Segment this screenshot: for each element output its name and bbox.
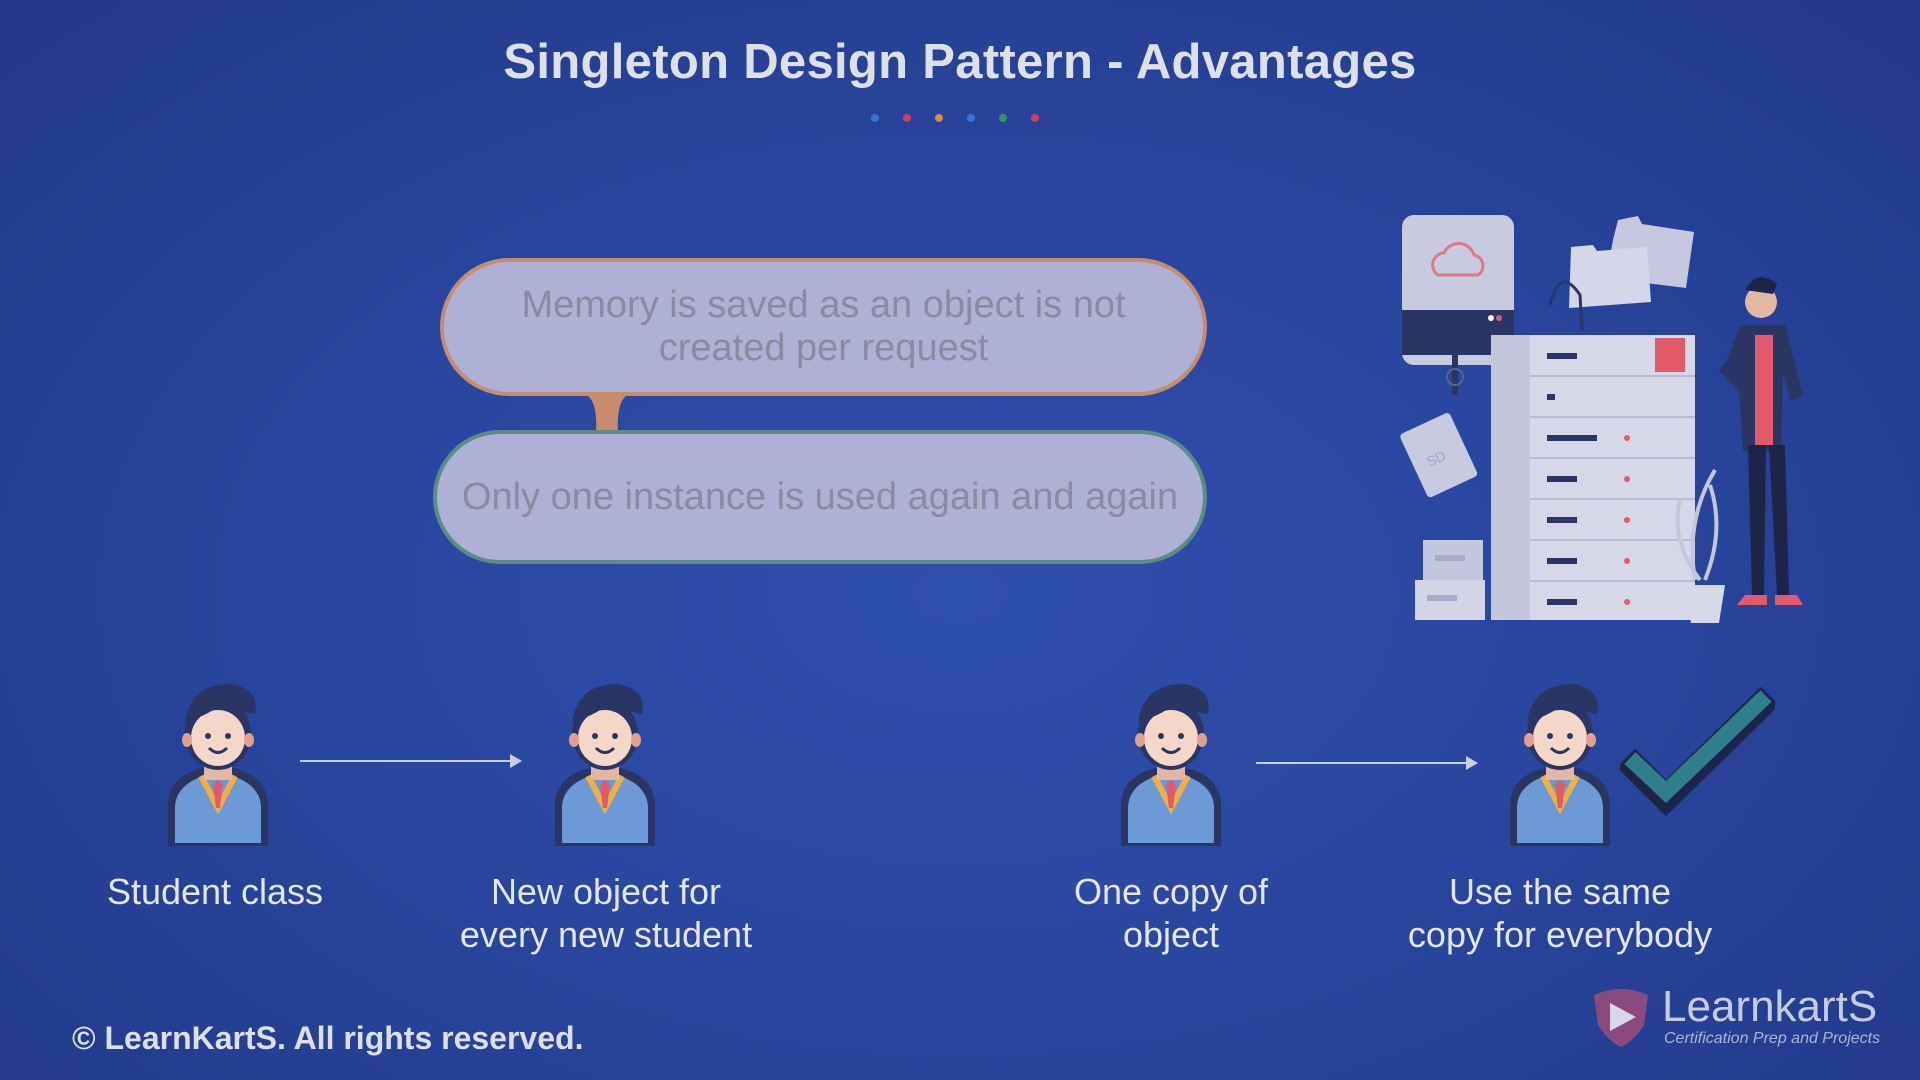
title-dots [871, 114, 1039, 122]
advantage-memory-text: Memory is saved as an object is not crea… [521, 284, 1126, 369]
server-illustration: SD [1400, 215, 1803, 623]
brand-name: LearnkartS [1662, 982, 1878, 1031]
copyright-footer: © LearnKartS. All rights reserved. [72, 1020, 584, 1056]
brand-tagline: Certification Prep and Projects [1664, 1030, 1881, 1047]
title-dot [871, 114, 879, 122]
advantage-instance-text: Only one instance is used again and agai… [461, 475, 1179, 518]
advantage-memory-saved: Memory is saved as an object is not crea… [440, 258, 1207, 396]
slide-title: Singleton Design Pattern - Advantages [503, 35, 1417, 89]
caption-same-copy: Use the same copy for everybody [1407, 871, 1713, 955]
caption-new-object: New object for every new student [459, 871, 753, 955]
student-icon [1121, 684, 1221, 846]
learnkarts-logo-icon [1594, 989, 1648, 1047]
title-dot [1031, 114, 1039, 122]
title-dot [935, 114, 943, 122]
arrow-one-copy-to-same-copy [1256, 756, 1478, 770]
student-icon [555, 684, 655, 846]
caption-student-class: Student class [106, 871, 324, 912]
student-icon [1510, 684, 1610, 846]
title-dot [967, 114, 975, 122]
title-dot [903, 114, 911, 122]
arrow-student-to-new-object [300, 754, 522, 768]
slide: Singleton Design Pattern - Advantages Me… [0, 0, 1920, 1080]
advantage-single-instance: Only one instance is used again and agai… [433, 430, 1207, 564]
checkmark-icon [1620, 686, 1775, 816]
caption-one-copy: One copy of object [1073, 871, 1269, 955]
title-dot [999, 114, 1007, 122]
pill-connector [584, 394, 630, 434]
student-icon [168, 684, 268, 846]
